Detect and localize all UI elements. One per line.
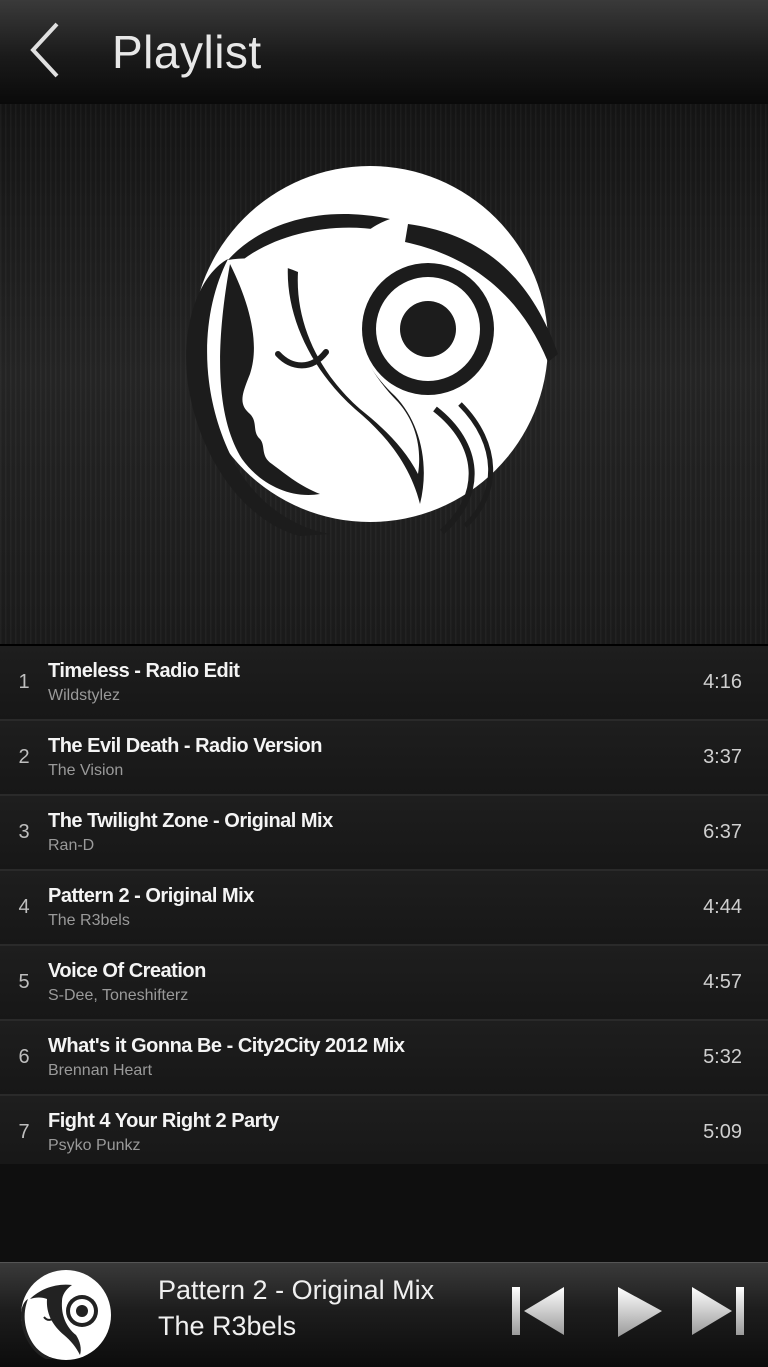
track-text: Voice Of Creation S-Dee, Toneshifterz <box>48 960 662 1005</box>
track-text: What's it Gonna Be - City2City 2012 Mix B… <box>48 1035 662 1080</box>
track-title: Pattern 2 - Original Mix <box>48 885 254 907</box>
track-title: Fight 4 Your Right 2 Party <box>48 1110 279 1132</box>
play-button[interactable] <box>610 1281 668 1346</box>
track-number: 6 <box>18 1046 30 1068</box>
skip-next-icon <box>688 1287 750 1345</box>
track-title: The Evil Death - Radio Version <box>48 735 322 757</box>
track-number: 2 <box>18 746 30 768</box>
track-text: Fight 4 Your Right 2 Party Psyko Punkz <box>48 1110 662 1155</box>
now-playing-artwork[interactable] <box>16 1269 116 1366</box>
track-duration: 4:44 <box>703 896 742 918</box>
track-row[interactable]: 5 Voice Of Creation S-Dee, Toneshifterz 4:5… <box>0 946 768 1021</box>
track-row[interactable]: 2 The Evil Death - Radio Version The Visio… <box>0 721 768 796</box>
track-row[interactable]: 7 Fight 4 Your Right 2 Party Psyko Punkz 5:… <box>0 1096 768 1171</box>
track-artist: Wildstylez <box>48 687 121 704</box>
skip-previous-icon <box>508 1287 570 1345</box>
track-duration: 3:37 <box>703 746 742 768</box>
now-playing-bar[interactable]: Pattern 2 - Original Mix The R3bels <box>0 1262 768 1367</box>
track-text: The Evil Death - Radio Version The Vision <box>48 735 662 780</box>
track-number: 4 <box>18 896 30 918</box>
track-number: 5 <box>18 971 30 993</box>
album-art-area <box>0 104 768 644</box>
track-text: The Twilight Zone - Original Mix Ran-D <box>48 810 662 855</box>
chevron-left-icon <box>25 20 65 85</box>
track-number: 1 <box>18 671 30 693</box>
track-row[interactable]: 6 What's it Gonna Be - City2City 2012 Mix… <box>0 1021 768 1096</box>
track-text: Pattern 2 - Original Mix The R3bels <box>48 885 662 930</box>
back-button[interactable] <box>0 0 90 104</box>
play-icon <box>610 1287 668 1345</box>
track-artist: S-Dee, Toneshifterz <box>48 987 189 1004</box>
track-title: What's it Gonna Be - City2City 2012 Mix <box>48 1035 405 1057</box>
page-title: Playlist <box>112 26 262 78</box>
track-title: Voice Of Creation <box>48 960 206 982</box>
track-duration: 5:09 <box>703 1121 742 1143</box>
track-artist: Brennan Heart <box>48 1062 153 1079</box>
track-number: 3 <box>18 821 30 843</box>
track-row[interactable]: 1 Timeless - Radio Edit Wildstylez 4:16 <box>0 646 768 721</box>
track-duration: 4:57 <box>703 971 742 993</box>
track-duration: 6:37 <box>703 821 742 843</box>
track-duration: 4:16 <box>703 671 742 693</box>
skip-previous-button[interactable] <box>508 1281 570 1346</box>
now-playing-title: Pattern 2 - Original Mix <box>158 1275 435 1305</box>
track-text: Timeless - Radio Edit Wildstylez <box>48 660 662 705</box>
track-duration: 5:32 <box>703 1046 742 1068</box>
track-artist: Ran-D <box>48 837 95 854</box>
skip-next-button[interactable] <box>688 1281 750 1346</box>
track-title: Timeless - Radio Edit <box>48 660 240 682</box>
top-bar: Playlist <box>0 0 768 105</box>
track-artist: Psyko Punkz <box>48 1137 141 1154</box>
track-artist: The Vision <box>48 762 124 779</box>
track-list[interactable]: 1 Timeless - Radio Edit Wildstylez 4:16 2 The… <box>0 644 768 1171</box>
track-row[interactable]: 4 Pattern 2 - Original Mix The R3bels 4:44 <box>0 871 768 946</box>
track-number: 7 <box>18 1121 30 1143</box>
track-row[interactable]: 3 The Twilight Zone - Original Mix Ran-D 6:… <box>0 796 768 871</box>
headphones-girl-logo-icon <box>180 164 580 549</box>
now-playing-artist: The R3bels <box>158 1311 297 1341</box>
track-title: The Twilight Zone - Original Mix <box>48 810 333 832</box>
empty-area <box>0 1164 768 1262</box>
track-artist: The R3bels <box>48 912 130 929</box>
